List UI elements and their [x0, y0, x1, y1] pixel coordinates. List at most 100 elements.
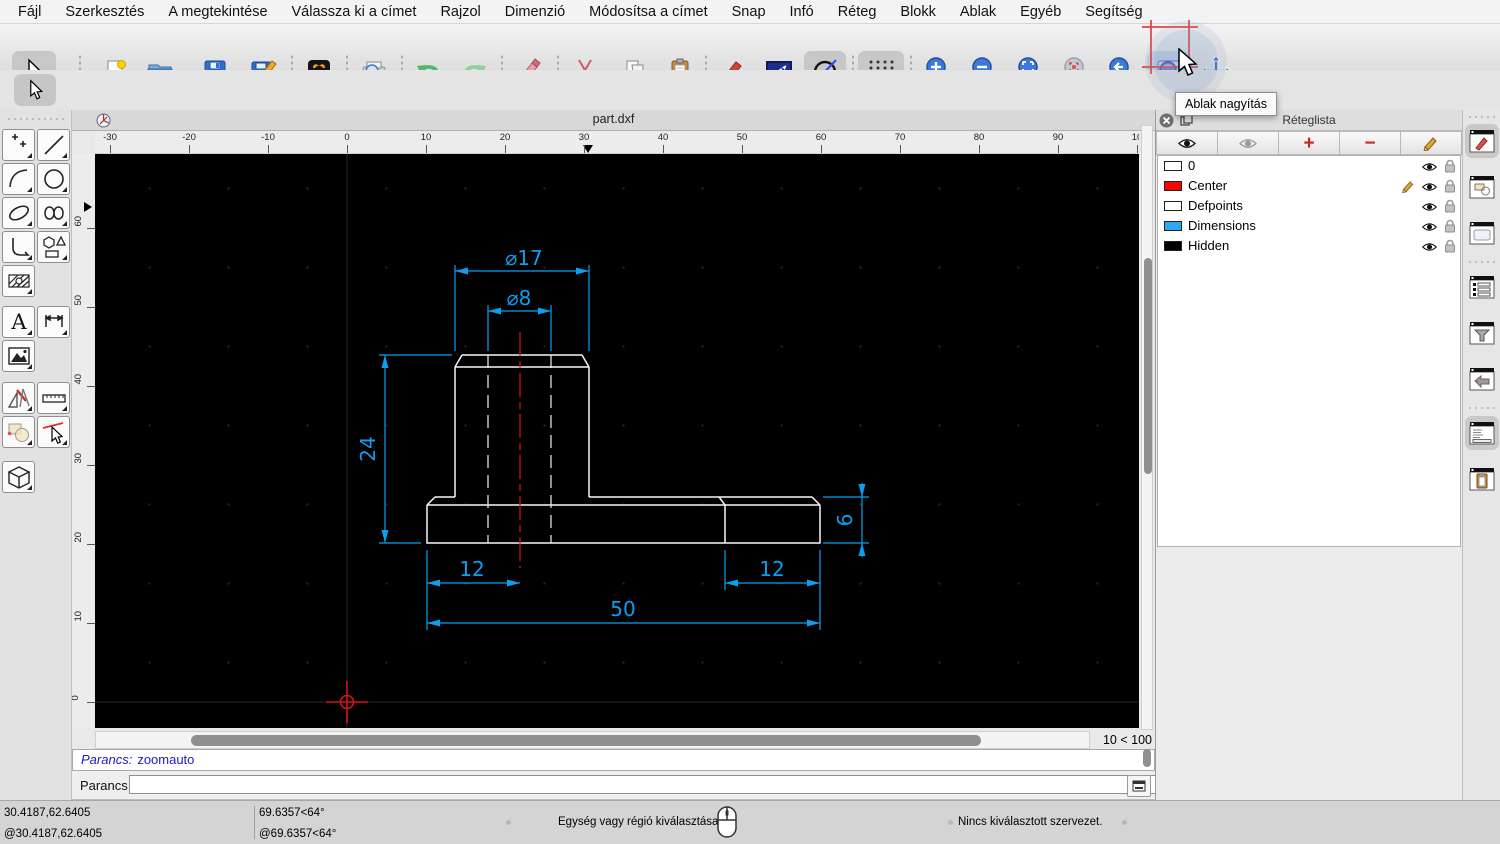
menu-item-m-dos-tsa-a-c-met[interactable]: Módosítsa a címet [577, 0, 719, 24]
layer-lock-icon[interactable] [1444, 159, 1456, 173]
select-entity-tool-button[interactable] [37, 416, 70, 448]
layer-lock-icon[interactable] [1444, 199, 1456, 213]
menu-item-egy-b[interactable]: Egyéb [1008, 0, 1073, 24]
dock-filter-panel-button[interactable] [1465, 316, 1499, 350]
image-tool-button[interactable] [2, 340, 35, 372]
v-ruler-label: 30 [72, 452, 84, 464]
hide-all-layers-button[interactable] [1218, 131, 1279, 155]
menu-item-f-jl[interactable]: Fájl [6, 0, 53, 24]
measure-tool-button[interactable] [37, 382, 70, 414]
layer-row-dimensions[interactable]: Dimensions [1158, 216, 1460, 236]
menu-item-snap[interactable]: Snap [720, 0, 778, 24]
3d-cube-tool-button[interactable] [2, 461, 35, 493]
menu-item-seg-ts-g[interactable]: Segítség [1073, 0, 1154, 24]
vertical-scrollbar-thumb[interactable] [1144, 258, 1152, 474]
palette-handle[interactable] [6, 117, 66, 121]
add-layer-button[interactable]: + [1279, 131, 1340, 155]
dim-dia8: ⌀8 [507, 286, 532, 310]
h-ruler-tick [110, 145, 111, 153]
edit-layer-button[interactable] [1401, 131, 1462, 155]
dock-command-panel-button[interactable] [1465, 416, 1499, 450]
modify-tool-button[interactable] [2, 416, 35, 448]
relative-coordinates: @30.4187,62.6405 [4, 828, 103, 840]
dock-blank-panel-button[interactable] [1465, 216, 1499, 250]
menu-item-inf-[interactable]: Infó [778, 0, 826, 24]
v-ruler-tick [87, 307, 95, 308]
dock-block-panel-button[interactable] [1465, 362, 1499, 396]
menu-item-a-megtekint-se[interactable]: A megtekintése [156, 0, 279, 24]
horizontal-scrollbar[interactable] [95, 731, 1090, 749]
dimension-tool-button[interactable] [37, 306, 70, 338]
menu-item-blokk[interactable]: Blokk [888, 0, 947, 24]
layer-list: 0 Center Defpoints Dimensions Hidden [1157, 155, 1461, 547]
layer-visible-eye-icon[interactable] [1421, 241, 1438, 253]
dock-handle[interactable] [1467, 115, 1497, 119]
zoom-crosshair-line [1142, 26, 1198, 28]
menu-item-szerkeszt-s[interactable]: Szerkesztés [53, 0, 156, 24]
line-icon [43, 135, 64, 155]
command-history: Parancs: zoomauto [72, 749, 1155, 771]
dock-pen-panel-button[interactable] [1465, 124, 1499, 158]
line-tool-button[interactable] [37, 129, 70, 161]
v-ruler-tick [87, 702, 95, 703]
show-all-layers-button[interactable] [1156, 131, 1218, 155]
layer-lock-icon[interactable] [1444, 179, 1456, 193]
arc-tool-button[interactable] [2, 163, 35, 195]
keyboard-toggle-button[interactable] [1127, 775, 1151, 797]
vertical-scrollbar[interactable] [1141, 125, 1153, 730]
status-dot [948, 820, 953, 825]
layer-name: Dimensions [1188, 218, 1256, 233]
layer-row-defpoints[interactable]: Defpoints [1158, 196, 1460, 216]
dock-shapes-panel-button[interactable] [1465, 170, 1499, 204]
text-tool-button[interactable]: A [2, 306, 35, 338]
menu-item-r-teg[interactable]: Réteg [826, 0, 889, 24]
blank-panel-icon [1469, 222, 1495, 245]
layer-visible-eye-icon[interactable] [1421, 221, 1438, 233]
relative-polar: @69.6357<64° [259, 828, 337, 840]
h-ruler-label: 70 [894, 132, 906, 143]
menu-item-ablak[interactable]: Ablak [948, 0, 1008, 24]
layer-visible-eye-icon[interactable] [1421, 161, 1438, 173]
dock-layer-list-panel-button[interactable] [1465, 270, 1499, 304]
v-ruler-tick [87, 544, 95, 545]
part-outline [426, 354, 821, 544]
layer-color-swatch[interactable] [1164, 161, 1182, 171]
h-ruler-tick [268, 145, 269, 153]
spline-tool-button[interactable] [37, 197, 70, 229]
circle-tool-button[interactable] [37, 163, 70, 195]
h-ruler-label: 80 [973, 132, 985, 143]
layer-color-swatch[interactable] [1164, 201, 1182, 211]
command-input[interactable] [129, 775, 1197, 794]
layer-color-swatch[interactable] [1164, 181, 1182, 191]
layer-lock-icon[interactable] [1444, 219, 1456, 233]
ellipse-tool-button[interactable] [2, 197, 35, 229]
menu-item-dimenzi-[interactable]: Dimenzió [493, 0, 577, 24]
v-ruler-tick [87, 465, 95, 466]
menu-item-v-lassza-ki-a-c-met[interactable]: Válassza ki a címet [280, 0, 429, 24]
layer-row-center[interactable]: Center [1158, 176, 1460, 196]
layer-lock-icon[interactable] [1444, 239, 1456, 253]
dock-clipboard-panel-button[interactable] [1465, 462, 1499, 496]
horizontal-scrollbar-thumb[interactable] [191, 735, 981, 746]
select-tool-button[interactable] [14, 74, 56, 106]
layer-visible-eye-icon[interactable] [1421, 181, 1438, 193]
command-history-scrollbar-thumb[interactable] [1143, 749, 1151, 767]
points-tool-button[interactable] [2, 129, 35, 161]
layer-row-hidden[interactable]: Hidden [1158, 236, 1460, 256]
polygon-shapes-tool-button[interactable] [37, 231, 70, 263]
layer-visible-eye-icon[interactable] [1421, 201, 1438, 213]
draw-order-tool-button[interactable] [2, 382, 35, 414]
svg-text:A: A [10, 310, 27, 334]
remove-layer-button[interactable]: − [1340, 131, 1401, 155]
polyline-tool-button[interactable] [2, 231, 35, 263]
layer-color-swatch[interactable] [1164, 221, 1182, 231]
hatch-tool-button[interactable] [2, 265, 35, 297]
command-prompt-label: Parancs: [80, 778, 132, 793]
menu-item-rajzol[interactable]: Rajzol [428, 0, 492, 24]
layer-row-0[interactable]: 0 [1158, 156, 1460, 176]
drawing-canvas[interactable]: ⌀17 ⌀8 24 6 12 12 50 [95, 154, 1139, 728]
status-divider [254, 806, 255, 839]
absolute-polar: 69.6357<64° [259, 807, 325, 819]
plus-icon: + [1303, 132, 1315, 154]
layer-color-swatch[interactable] [1164, 241, 1182, 251]
